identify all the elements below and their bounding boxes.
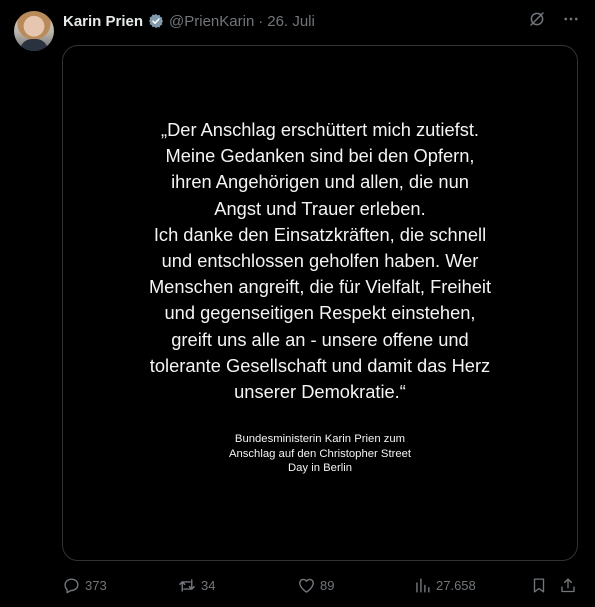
avatar-figure [20,39,48,51]
image-quote-text: „Der Anschlag erschüttert mich zutiefst.… [148,119,492,403]
more-icon[interactable] [561,9,581,29]
verified-badge-icon [148,13,164,29]
action-bar: 373 34 89 27.658 [62,573,581,597]
author-avatar[interactable] [14,11,54,51]
top-actions [527,9,581,29]
post-date[interactable]: 26. Juli [267,13,315,30]
reply-count: 373 [85,577,107,593]
separator-dot: · [258,12,264,30]
repost-count: 34 [201,577,216,593]
views-icon [413,576,432,595]
repost-icon [177,576,197,595]
views-button[interactable]: 27.658 [413,573,476,597]
grok-icon[interactable] [527,9,547,29]
views-count: 27.658 [436,577,476,593]
post-image[interactable]: „Der Anschlag erschüttert mich zutiefst.… [62,45,578,561]
heart-icon [297,576,316,595]
like-count: 89 [320,577,335,593]
image-caption-text: Bundesministerin Karin Prien zum Anschla… [228,433,412,475]
share-icon [559,576,577,595]
reply-icon [62,576,81,595]
repost-button[interactable]: 34 [177,573,215,597]
share-button[interactable] [559,573,577,597]
reply-button[interactable]: 373 [62,573,107,597]
post-header: Karin Prien @PrienKarin · 26. Juli [63,10,315,32]
author-handle[interactable]: @PrienKarin [169,13,254,30]
author-name[interactable]: Karin Prien [63,13,143,30]
like-button[interactable]: 89 [297,573,334,597]
bookmark-icon [530,576,548,595]
bookmark-button[interactable] [530,573,548,597]
